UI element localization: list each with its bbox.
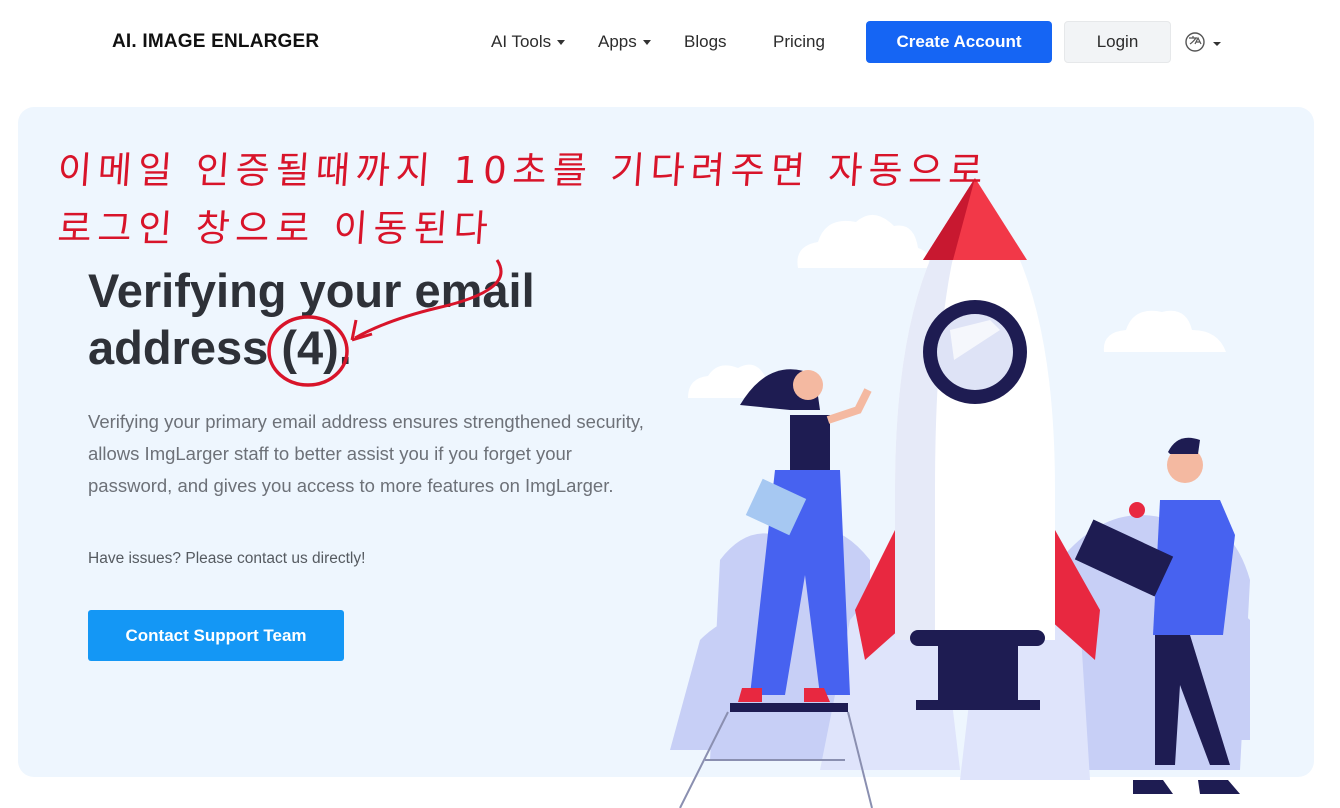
create-account-button[interactable]: Create Account [866, 21, 1052, 63]
chevron-down-icon [642, 40, 651, 46]
nav-ai-tools[interactable]: AI Tools [491, 32, 566, 52]
page-title-line-2-prefix: address [88, 321, 282, 374]
annotation-line-1: 이메일 인증될때까지 10초를 기다려주면 자동으로 [56, 149, 991, 192]
annotation-line-2: 로그인 창으로 이동된다 [56, 207, 496, 250]
description: Verifying your primary email address ens… [88, 411, 644, 496]
issues-text: Have issues? Please contact us directly! [88, 550, 366, 567]
login-button[interactable]: Login [1064, 21, 1171, 63]
page-title-line-2-suffix: . [338, 321, 352, 374]
language-selector[interactable] [1184, 30, 1224, 56]
nav-pricing[interactable]: Pricing [773, 32, 825, 52]
nav-blogs[interactable]: Blogs [684, 32, 727, 52]
countdown-timer: (4) [281, 321, 339, 374]
brand-logo[interactable]: AI. IMAGE ENLARGER [112, 31, 319, 53]
translate-icon [1185, 32, 1221, 52]
chevron-down-icon [557, 40, 566, 46]
top-nav: AI. IMAGE ENLARGER AI Tools Apps Blogs P… [0, 0, 1340, 84]
nav-apps-label: Apps [598, 32, 637, 51]
nav-apps[interactable]: Apps [598, 32, 651, 52]
page-title: Verifying your email address (4). [88, 262, 648, 376]
nav-ai-tools-label: AI Tools [491, 32, 552, 51]
contact-support-button[interactable]: Contact Support Team [88, 610, 344, 661]
page-title-line-1: Verifying your email [88, 264, 535, 317]
